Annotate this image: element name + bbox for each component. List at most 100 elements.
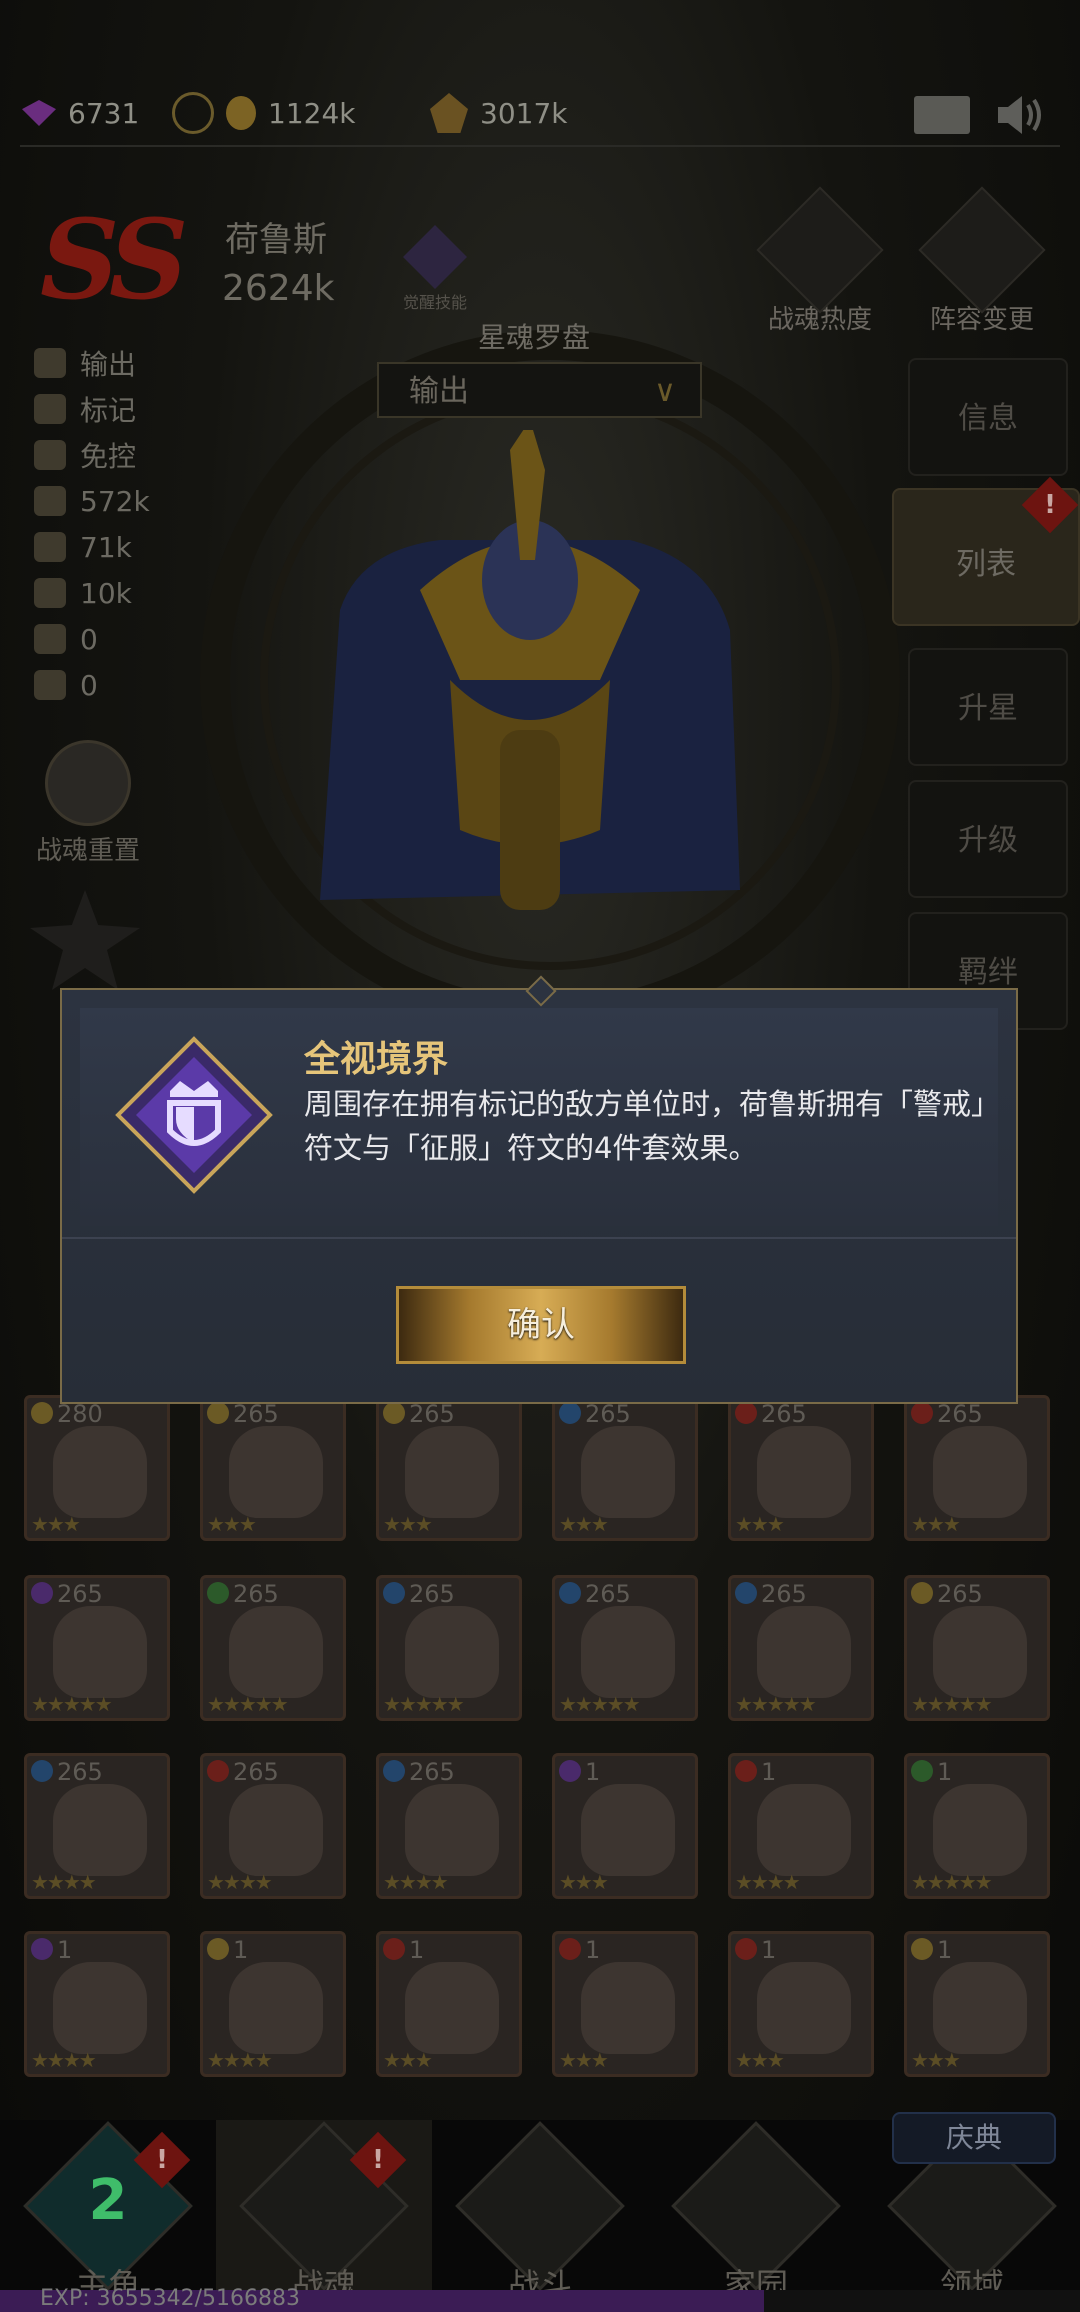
star-rating: ★★★★ [207, 1870, 273, 1894]
element-icon [911, 1582, 933, 1604]
hero-card[interactable]: 265 ★★★ [904, 1395, 1050, 1541]
hero-card[interactable]: 1 ★★★ [552, 1753, 698, 1899]
star-rating: ★★★★ [207, 2048, 273, 2072]
skill-description: 周围存在拥有标记的敌方单位时，荷鲁斯拥有「警戒」符文与「征服」符文的4件套效果。 [304, 1087, 986, 1165]
element-icon [383, 1582, 405, 1604]
mail-icon[interactable] [914, 96, 970, 134]
festival-button[interactable]: 庆典 [892, 2112, 1056, 2164]
hero-face [933, 1426, 1027, 1518]
element-icon [735, 1760, 757, 1782]
hero-level: 265 [937, 1400, 983, 1428]
star-rating: ★★★★★ [911, 1692, 993, 1716]
hero-card[interactable]: 1 ★★★★★ [904, 1753, 1050, 1899]
hero-card[interactable]: 265 ★★★★ [376, 1753, 522, 1899]
stat-role: 输出 [34, 340, 150, 386]
hero-face [229, 1606, 323, 1698]
flower-icon[interactable] [30, 890, 140, 990]
crosshair-icon [34, 394, 66, 424]
confirm-button[interactable]: 确认 [396, 1286, 686, 1364]
tab-info[interactable]: 信息 [908, 358, 1068, 476]
exp-icon [430, 93, 468, 133]
hero-card[interactable]: 1 ★★★ [552, 1931, 698, 2077]
hero-card[interactable]: 265 ★★★ [376, 1395, 522, 1541]
hero-card[interactable]: 1 ★★★★ [24, 1931, 170, 2077]
exp-counter: 3017k [430, 88, 567, 138]
hero-card[interactable]: 265 ★★★★★ [904, 1575, 1050, 1721]
hero-card[interactable]: 265 ★★★★★ [200, 1575, 346, 1721]
grade-badge: SS [40, 195, 188, 324]
hero-face [933, 1606, 1027, 1698]
star-rating: ★★★ [735, 1512, 785, 1536]
hero-card[interactable]: 265 ★★★★ [24, 1753, 170, 1899]
skill-dialog: 全视境界 周围存在拥有标记的敌方单位时，荷鲁斯拥有「警戒」符文与「征服」符文的4… [60, 975, 1018, 1404]
nav-home[interactable]: 家园 [648, 2120, 864, 2312]
gold-amount: 1124k [268, 96, 356, 130]
star-rating: ★★★★ [383, 1870, 449, 1894]
hero-card[interactable]: 1 ★★★★ [728, 1753, 874, 1899]
awaken-skill-button[interactable]: 觉醒技能 [385, 225, 485, 313]
stat-defense: 10k [34, 570, 150, 616]
exp-amount: 3017k [480, 96, 568, 130]
hero-level: 280 [57, 1400, 103, 1428]
nav-battle[interactable]: 战斗 [432, 2120, 648, 2312]
nav-protagonist[interactable]: 2 主角 ! [0, 2120, 216, 2312]
hero-face [53, 1606, 147, 1698]
hero-card[interactable]: 265 ★★★★★ [552, 1575, 698, 1721]
hero-card[interactable]: 265 ★★★★★ [376, 1575, 522, 1721]
hero-level: 265 [761, 1400, 807, 1428]
sword-icon [34, 532, 66, 562]
element-icon [383, 1760, 405, 1782]
star-rating: ★★★★★ [383, 1692, 465, 1716]
element-icon [207, 1402, 229, 1424]
hero-card[interactable]: 265 ★★★★★ [728, 1575, 874, 1721]
hero-card[interactable]: 1 ★★★ [728, 1931, 874, 2077]
star-rating: ★★★ [559, 1870, 609, 1894]
move-icon [34, 440, 66, 470]
role-selector[interactable]: 输出 ∨ [377, 362, 702, 418]
gem-amount: 6731 [68, 96, 140, 130]
hero-card[interactable]: 1 ★★★ [376, 1931, 522, 2077]
star-rating: ★★★★ [31, 1870, 97, 1894]
hero-level: 1 [233, 1936, 249, 1964]
element-icon [207, 1760, 229, 1782]
spark-icon [34, 670, 66, 700]
hero-card[interactable]: 265 ★★★ [552, 1395, 698, 1541]
hero-level: 265 [585, 1400, 631, 1428]
soul-heat-button[interactable]: 战魂热度 [750, 186, 890, 336]
hero-card[interactable]: 265 ★★★ [728, 1395, 874, 1541]
element-icon [31, 1582, 53, 1604]
hero-card[interactable]: 265 ★★★ [200, 1395, 346, 1541]
lineup-change-button[interactable]: 阵容变更 [912, 186, 1052, 336]
star-rating: ★★★ [383, 1512, 433, 1536]
alert-badge-icon: ! [1021, 476, 1079, 534]
hero-level: 265 [57, 1758, 103, 1786]
hero-face [757, 1606, 851, 1698]
resource-bar: 6731 1124k 3017k [0, 80, 1080, 150]
nav-soul[interactable]: 战魂 ! [216, 2120, 432, 2312]
hero-level: 265 [233, 1580, 279, 1608]
hero-card[interactable]: 1 ★★★ [904, 1931, 1050, 2077]
element-icon [735, 1938, 757, 1960]
hero-level: 265 [409, 1400, 455, 1428]
tab-level-up[interactable]: 升级 [908, 780, 1068, 898]
hero-card[interactable]: 265 ★★★★ [200, 1753, 346, 1899]
hero-power: 2624k [222, 268, 335, 309]
hero-level: 1 [937, 1936, 953, 1964]
star-rating: ★★★ [559, 2048, 609, 2072]
hero-card[interactable]: 280 ★★★ [24, 1395, 170, 1541]
star-rating: ★★★ [383, 2048, 433, 2072]
hero-card[interactable]: 265 ★★★★★ [24, 1575, 170, 1721]
flame-icon [756, 186, 884, 314]
element-icon [559, 1402, 581, 1424]
hero-level: 265 [57, 1580, 103, 1608]
speaker-icon[interactable] [994, 92, 1048, 138]
soul-reset-button[interactable]: 战魂重置 [28, 740, 148, 867]
hero-card[interactable]: 1 ★★★★ [200, 1931, 346, 2077]
crown-shield-icon [403, 225, 467, 289]
hero-face [405, 1784, 499, 1876]
exp-progress-text: EXP: 3655342/5166883 [40, 2286, 301, 2311]
tab-star-up[interactable]: 升星 [908, 648, 1068, 766]
hero-face [53, 1784, 147, 1876]
compass-title: 星魂罗盘 [478, 321, 591, 354]
hero-name: 荷鲁斯 [225, 220, 327, 260]
